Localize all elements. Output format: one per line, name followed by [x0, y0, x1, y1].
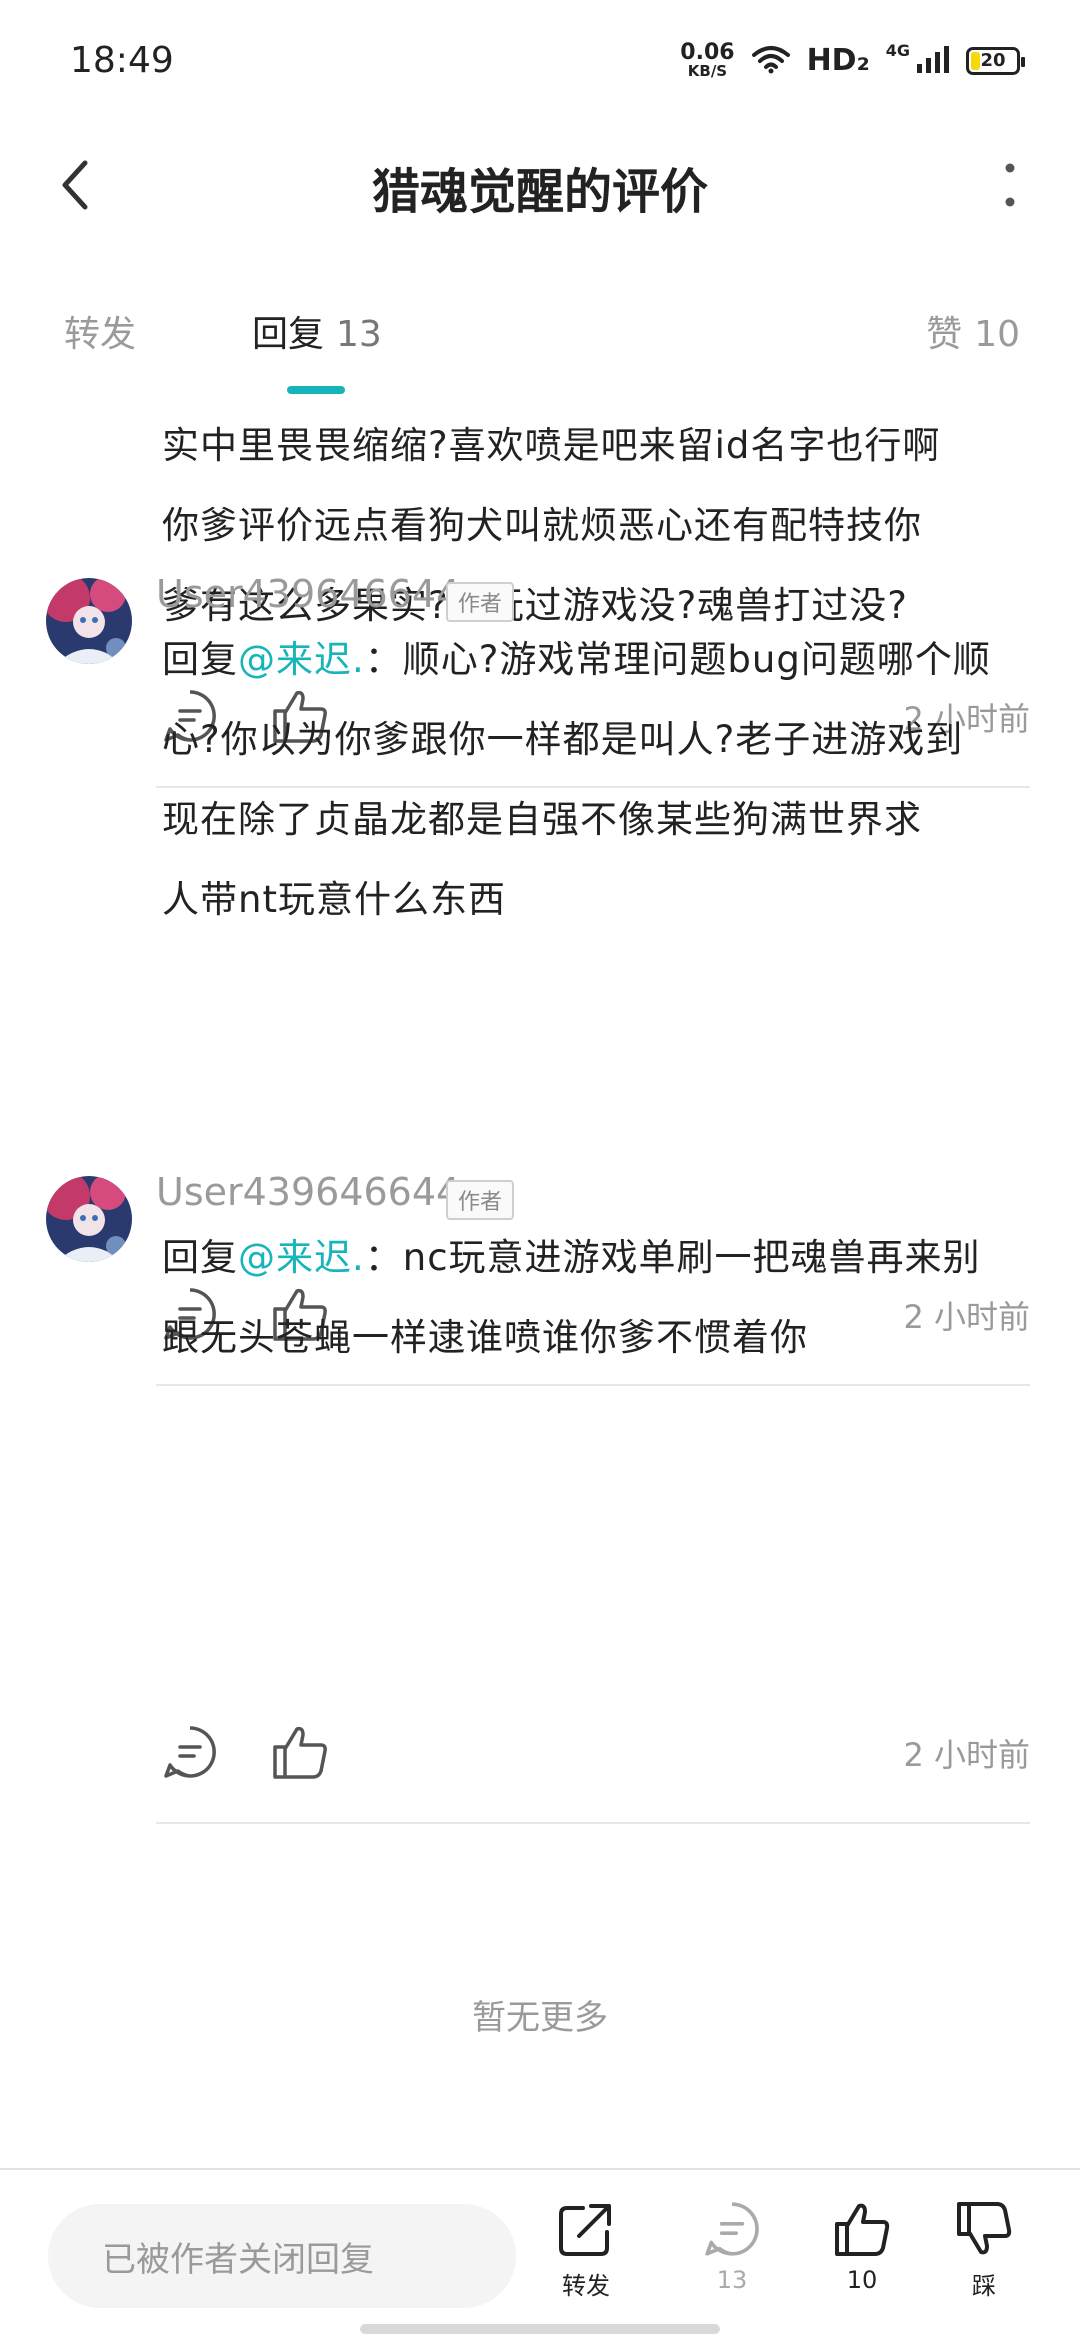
status-bar: 18:49 0.06 KB/S HD₂ 4G 20 — [0, 0, 1080, 130]
comment-line: 心?你以为你爹跟你一样都是叫人?老子进游戏到 — [162, 718, 964, 761]
comment-line: 回复@来迟.：nc玩意进游戏单刷一把魂兽再来别 — [162, 1218, 1042, 1298]
more-button[interactable] — [980, 150, 1040, 220]
comment-count: 13 — [716, 2266, 748, 2294]
username[interactable]: User439646644 — [156, 1170, 460, 1214]
thumbs-up-icon — [835, 2203, 890, 2256]
net-speed-value: 0.06 — [680, 40, 735, 65]
signal-icon — [916, 44, 950, 78]
reply-placeholder: 已被作者关闭回复 — [102, 2239, 374, 2280]
bottom-bar: 已被作者关闭回复 转发 13 10 踩 — [0, 2168, 1080, 2340]
no-more-text: 暂无更多 — [472, 1998, 608, 2038]
comment-text: 回复@来迟.：顺心?游戏常理问题bug问题哪个顺 心?你以为你爹跟你一样都是叫人… — [162, 620, 1042, 940]
battery-icon: 20 — [966, 46, 1025, 75]
battery-level: 20 — [980, 50, 1006, 71]
tab-bar: 转发 回复 13 赞 10 — [0, 290, 1080, 400]
comment-line-text: ：nc玩意进游戏单刷一把魂兽再来别 — [364, 1236, 981, 1279]
net-speed: 0.06 KB/S — [680, 42, 734, 79]
timestamp: 2 小时前 — [903, 1736, 1030, 1774]
network-label: 4G — [885, 41, 910, 60]
tab-forward[interactable]: 转发 — [64, 305, 136, 357]
author-badge: 作者 — [446, 582, 515, 622]
mention-link[interactable]: @来迟. — [238, 1236, 365, 1279]
tab-reply-count: 13 — [336, 314, 382, 355]
net-speed-unit: KB/S — [687, 62, 728, 80]
comment-line: 实中里畏畏缩缩?喜欢喷是吧来留id名字也行啊 — [162, 424, 941, 467]
comment-line: 你爹评价远点看狗犬叫就烦恶心还有配特技你 — [162, 504, 922, 547]
divider — [156, 1384, 1030, 1386]
comment-line-text: ：顺心?游戏常理问题bug问题哪个顺 — [364, 638, 991, 681]
comment-line: 跟无头苍蝇一样逮谁喷谁你爹不惯着你 — [162, 1316, 808, 1359]
like-count-button[interactable]: 10 — [812, 2200, 912, 2294]
tab-reply[interactable]: 回复 13 — [252, 305, 382, 357]
author-badge: 作者 — [446, 1180, 515, 1220]
tab-forward-label: 转发 — [64, 314, 137, 355]
title-bar: 猎魂觉醒的评价 — [0, 130, 1080, 240]
reply-prefix: 回复 — [162, 1236, 238, 1279]
reply-list[interactable]: · · · · · · · · · · · · 实中里畏畏缩缩?喜欢喷是吧来留i… — [0, 386, 1080, 2166]
avatar[interactable] — [46, 1176, 132, 1262]
share-icon — [559, 2204, 611, 2256]
battery-fill — [971, 51, 980, 70]
page-title: 猎魂觉醒的评价 — [371, 164, 708, 220]
thumbs-up-icon — [273, 1726, 327, 1779]
comment-line: 回复@来迟.：顺心?游戏常理问题bug问题哪个顺 — [162, 620, 1042, 700]
more-vertical-icon — [1005, 163, 1015, 207]
reply-prefix: 回复 — [162, 638, 238, 681]
tab-like[interactable]: 赞 10 — [926, 305, 1020, 357]
dislike-button[interactable]: 踩 — [934, 2200, 1034, 2301]
dislike-label: 踩 — [972, 2272, 996, 2300]
comment-text: 回复@来迟.：nc玩意进游戏单刷一把魂兽再来别 跟无头苍蝇一样逮谁喷谁你爹不惯着… — [162, 1218, 1042, 1378]
reply-input[interactable]: 已被作者关闭回复 — [48, 2204, 516, 2308]
comment-line: 现在除了贞晶龙都是自强不像某些狗满世界求 — [162, 798, 922, 841]
forward-label: 转发 — [562, 2272, 610, 2300]
comment-line: 人带nt玩意什么东西 — [162, 878, 506, 921]
comment-icon — [164, 1726, 216, 1778]
comment-actions: 2 小时前 — [160, 1722, 1040, 1792]
status-time: 18:49 — [70, 40, 174, 81]
thumbs-down-icon — [957, 2202, 1012, 2255]
tab-like-count: 10 — [974, 314, 1020, 355]
forward-button[interactable]: 转发 — [536, 2200, 636, 2301]
divider — [156, 1822, 1030, 1824]
tab-reply-label: 回复 — [252, 314, 325, 355]
username[interactable]: User439646644 — [156, 572, 460, 616]
hd-label: HD₂ — [806, 43, 870, 78]
status-icons: 0.06 KB/S HD₂ 4G 20 — [680, 41, 1025, 79]
tab-like-label: 赞 — [926, 314, 963, 355]
like-button[interactable] — [270, 1722, 330, 1782]
clipped-line: · · · · · · · · · · · · — [162, 386, 1042, 406]
wifi-icon — [751, 44, 791, 78]
like-count: 10 — [846, 2266, 878, 2294]
mention-link[interactable]: @来迟. — [238, 638, 365, 681]
home-indicator[interactable] — [360, 2324, 720, 2334]
comment-button[interactable] — [160, 1722, 220, 1782]
comment-count-button[interactable]: 13 — [682, 2200, 782, 2294]
comment-icon — [705, 2202, 759, 2256]
avatar[interactable] — [46, 578, 132, 664]
